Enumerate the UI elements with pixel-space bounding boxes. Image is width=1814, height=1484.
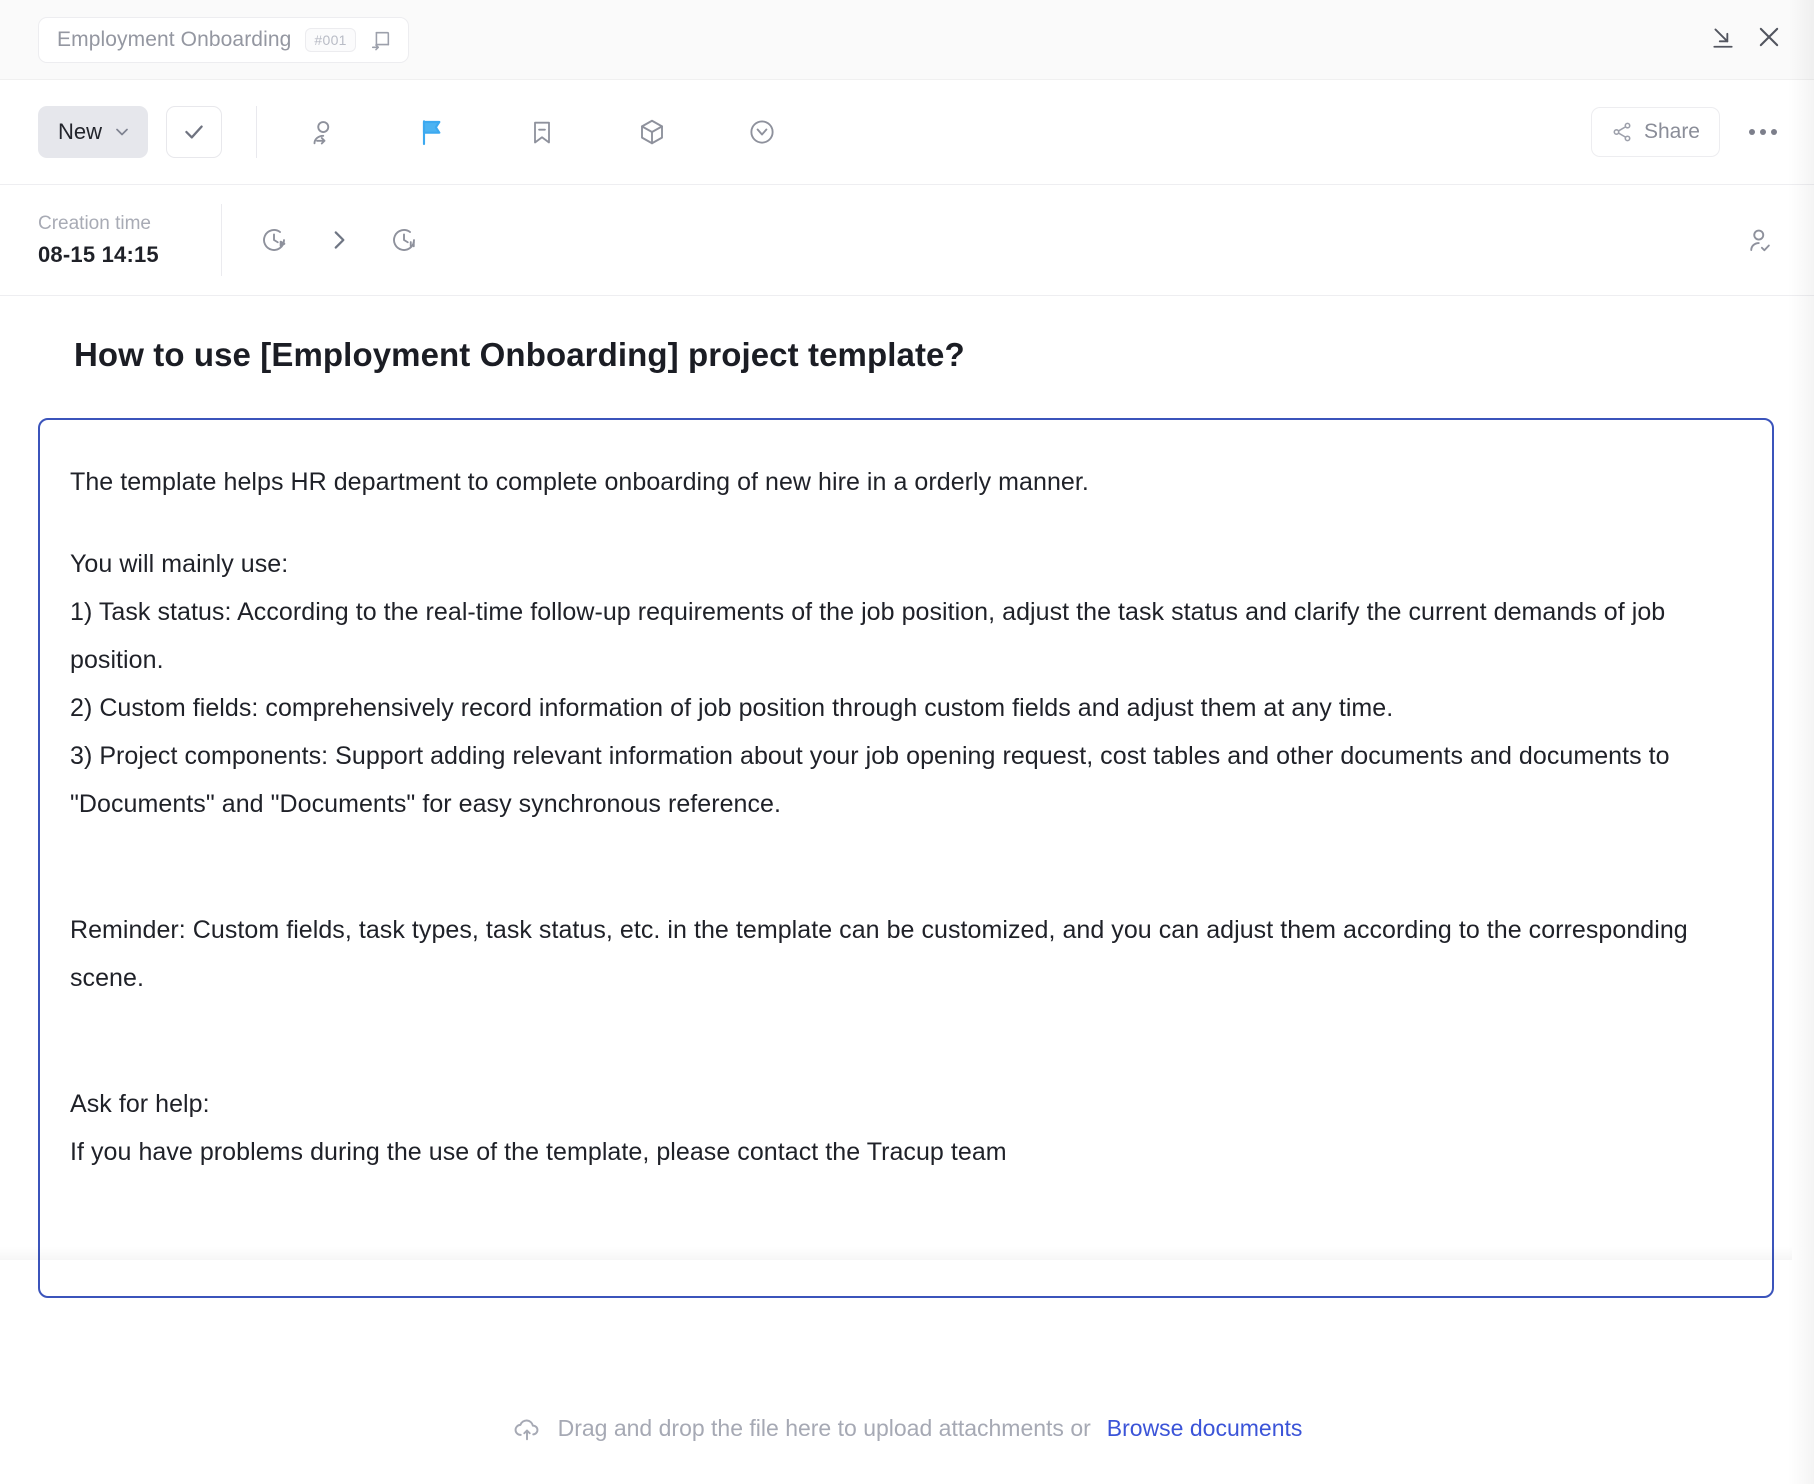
component-button[interactable] [621,101,683,163]
action-toolbar: New Share [0,80,1814,185]
breadcrumb[interactable]: Employment Onboarding #001 [38,16,409,63]
content-area: How to use [Employment Onboarding] proje… [0,296,1814,1372]
paragraph-reminder: Reminder: Custom fields, task types, tas… [70,916,1688,992]
status-label: New [58,119,103,144]
bookmark-button[interactable] [511,101,573,163]
task-detail-panel: Employment Onboarding #001 New Share Cre… [0,0,1814,1484]
more-options-button[interactable] [1736,107,1790,157]
paragraph-help-body: If you have problems during the use of t… [70,1138,1007,1166]
meta-divider [221,204,222,276]
paragraph-item-2: 2) Custom fields: comprehensively record… [70,694,1394,722]
close-button[interactable] [1746,17,1792,63]
meta-row: Creation time 08-15 14:15 [0,185,1814,296]
chevron-right-icon [326,227,352,253]
paragraph-item-3: 3) Project components: Support adding re… [70,742,1670,818]
time-range-arrow [326,227,352,253]
clock-play-icon [259,225,289,255]
page-title: How to use [Employment Onboarding] proje… [74,336,965,373]
assign-user-button[interactable] [291,101,353,163]
open-in-new-icon[interactable] [370,29,392,51]
bookmark-minus-icon [528,118,556,146]
cube-icon [637,117,667,147]
collapse-panel-button[interactable] [1700,17,1746,63]
task-id-badge: #001 [305,27,356,52]
share-label: Share [1643,120,1700,143]
mark-complete-button[interactable] [166,106,223,158]
toolbar-divider [256,106,258,158]
close-icon [1755,23,1783,56]
paragraph-help-heading: Ask for help: [70,1090,210,1118]
more-horizontal-icon [1749,129,1777,135]
description-editor[interactable]: The template helps HR department to comp… [38,418,1774,1298]
assignee-button[interactable] [1730,210,1790,270]
creation-time-label: Creation time [38,212,151,234]
share-icon [1611,121,1633,143]
due-time-button[interactable] [374,210,434,270]
priority-flag-button[interactable] [401,101,463,163]
clock-pause-icon [389,225,419,255]
user-add-icon [307,117,337,147]
check-icon [181,119,207,145]
version-button[interactable] [731,101,793,163]
creation-time-value: 08-15 14:15 [38,241,159,267]
title-bar: Employment Onboarding #001 [0,0,1814,80]
paragraph-usage-heading: You will mainly use: [70,550,289,578]
dropzone-text: Drag and drop the file here to upload at… [557,1414,1091,1441]
status-dropdown[interactable]: New [38,106,149,158]
attachment-dropzone[interactable]: Drag and drop the file here to upload at… [0,1372,1814,1484]
share-button[interactable]: Share [1590,107,1720,157]
start-time-button[interactable] [244,210,304,270]
browse-documents-link[interactable]: Browse documents [1107,1415,1303,1442]
paragraph-intro: The template helps HR department to comp… [70,468,1089,496]
breadcrumb-title: Employment Onboarding [57,27,292,51]
chevron-down-icon [112,122,132,142]
flag-icon [416,116,448,148]
paragraph-item-1: 1) Task status: According to the real-ti… [70,598,1666,674]
creation-time-field: Creation time 08-15 14:15 [38,213,213,268]
cloud-upload-icon [512,1413,542,1443]
collapse-to-corner-icon [1710,24,1736,55]
user-check-icon [1745,225,1775,255]
circle-chevron-down-icon [747,117,777,147]
